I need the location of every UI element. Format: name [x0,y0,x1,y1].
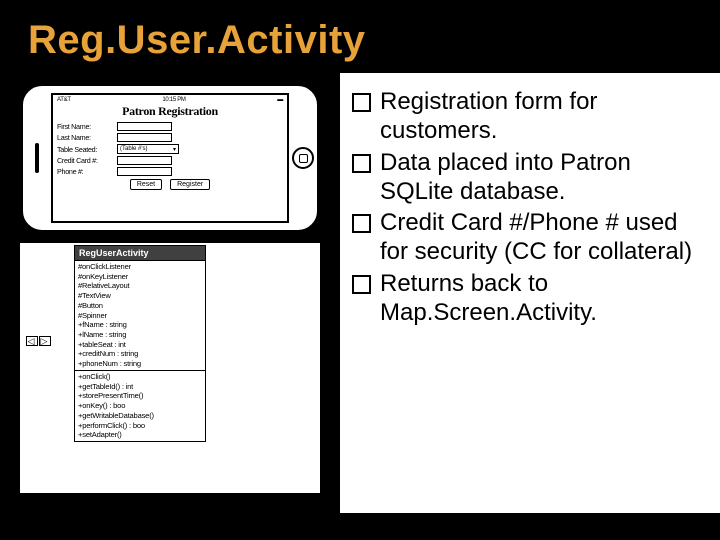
uml-attr-line: +phoneNum : string [78,359,202,369]
table-select[interactable]: (Table #'s) ▾ [117,144,179,154]
uml-op-line: +setAdapter() [78,430,202,440]
uml-op-line: +onKey() : boo [78,401,202,411]
left-column: AT&T 10:15 PM ▬ Patron Registration Firs… [0,73,340,513]
bullet-list: Registration form for customers. Data pl… [350,87,700,327]
uml-attr-line: #Button [78,301,202,311]
phone-earpiece-side [23,86,51,230]
bullet-item: Returns back to Map.Screen.Activity. [350,269,700,328]
home-icon [299,154,308,163]
nav-right-icon[interactable]: ▷ [39,336,51,346]
home-button[interactable] [292,147,314,169]
uml-attr-line: +fName : string [78,320,202,330]
status-carrier: AT&T [57,97,71,103]
first-name-field[interactable] [117,122,172,131]
label-phone: Phone #: [57,167,117,176]
label-credit-card: Credit Card #: [57,156,117,165]
label-last-name: Last Name: [57,133,117,142]
label-first-name: First Name: [57,122,117,131]
table-select-value: (Table #'s) [120,146,148,152]
status-bar: AT&T 10:15 PM ▬ [57,97,283,103]
status-battery-icon: ▬ [277,97,283,103]
registration-form: First Name: Last Name: Table Seated: (Ta… [57,122,283,190]
phone-screen: AT&T 10:15 PM ▬ Patron Registration Firs… [51,93,289,223]
nav-arrows: ◁▷ [26,333,52,347]
uml-class-name: RegUserActivity [74,245,206,261]
uml-attr-line: +creditNum : string [78,349,202,359]
uml-op-line: +getWritableDatabase() [78,411,202,421]
uml-attr-line: #onClickListener [78,262,202,272]
uml-attr-line: +tableSeat : int [78,340,202,350]
uml-op-line: +getTableId() : int [78,382,202,392]
nav-left-icon[interactable]: ◁ [26,336,38,346]
uml-attr-line: +lName : string [78,330,202,340]
right-column: Registration form for customers. Data pl… [340,73,720,513]
bullet-item: Registration form for customers. [350,87,700,146]
uml-op-line: +onClick() [78,372,202,382]
reset-button[interactable]: Reset [130,179,162,190]
uml-class-box: RegUserActivity #onClickListener#onKeyLi… [74,245,206,442]
bullet-item: Credit Card #/Phone # used for security … [350,208,700,267]
phone-home-side [289,86,317,230]
credit-card-field[interactable] [117,156,172,165]
bullet-item: Data placed into Patron SQLite database. [350,148,700,207]
uml-op-line: +performClick() : boo [78,421,202,431]
uml-area: ◁▷ RegUserActivity #onClickListener#onKe… [20,243,320,493]
chevron-down-icon: ▾ [173,146,176,153]
label-table-seated: Table Seated: [57,145,117,154]
uml-operations: +onClick()+getTableId() : int+storePrese… [74,371,206,442]
uml-attributes: #onClickListener#onKeyListener#RelativeL… [74,261,206,371]
form-title: Patron Registration [57,104,283,119]
uml-attr-line: #RelativeLayout [78,281,202,291]
uml-op-line: +storePresentTime() [78,391,202,401]
slide-title: Reg.User.Activity [0,0,720,63]
phone-field[interactable] [117,167,172,176]
uml-attr-line: #Spinner [78,311,202,321]
uml-attr-line: #onKeyListener [78,272,202,282]
uml-attr-line: #TextView [78,291,202,301]
status-time: 10:15 PM [162,97,185,103]
last-name-field[interactable] [117,133,172,142]
speaker-icon [35,143,39,173]
content-area: AT&T 10:15 PM ▬ Patron Registration Firs… [0,73,720,513]
register-button[interactable]: Register [170,179,210,190]
phone-mockup: AT&T 10:15 PM ▬ Patron Registration Firs… [20,83,320,233]
